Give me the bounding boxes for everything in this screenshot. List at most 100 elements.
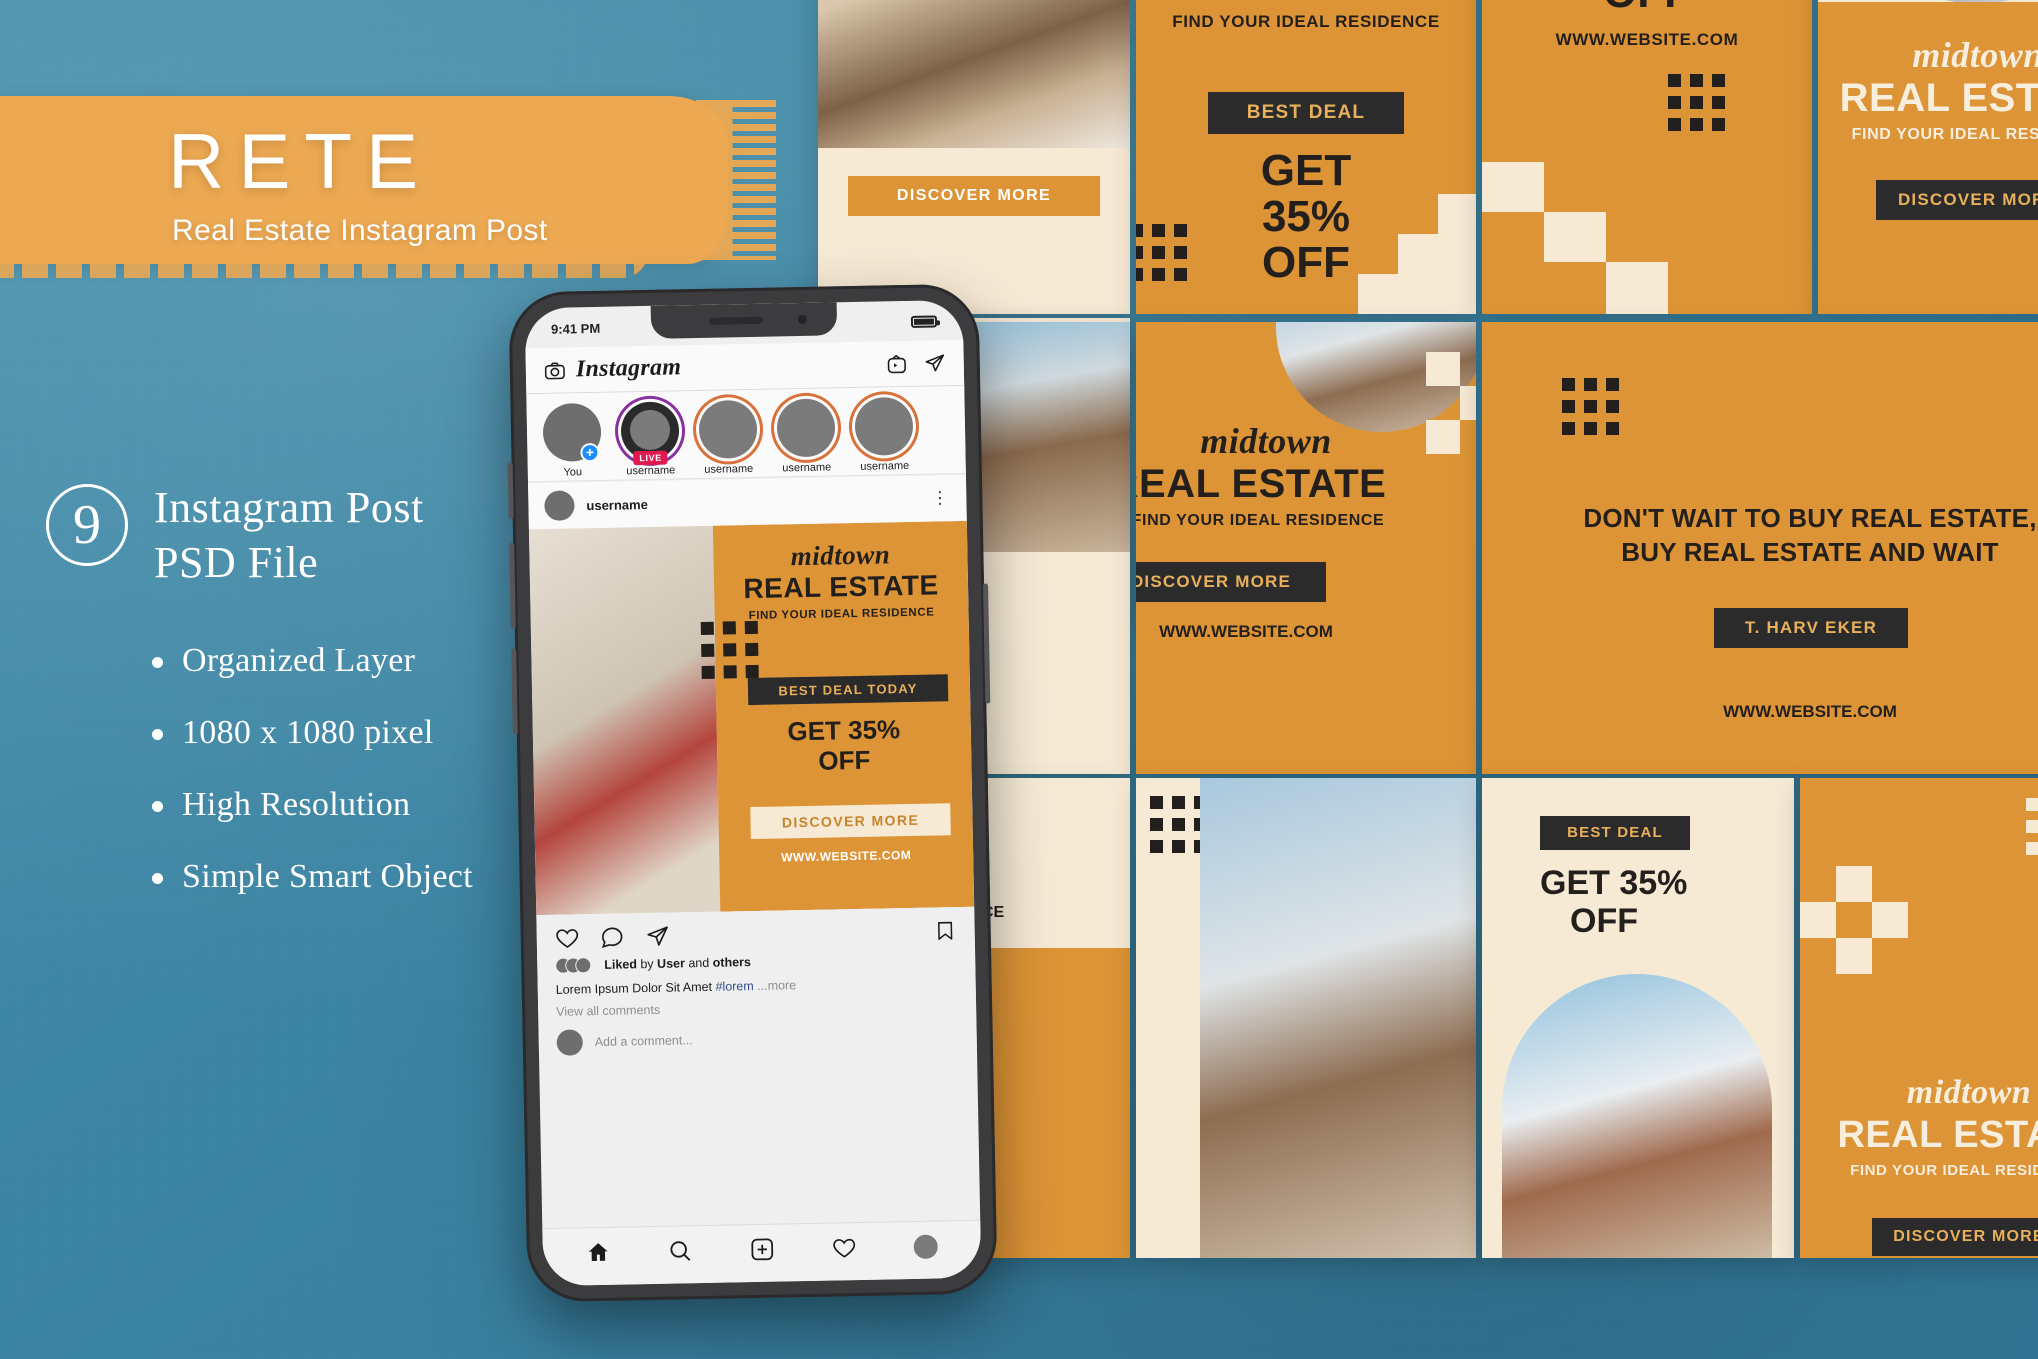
instagram-logo: Instagram	[575, 354, 682, 383]
liked-and: and	[688, 955, 710, 971]
bottom-tab-bar[interactable]	[542, 1219, 982, 1287]
liked-prefix: Liked	[604, 957, 638, 972]
share-icon[interactable]	[644, 923, 669, 948]
story-label: username	[626, 464, 676, 478]
liked-by: by	[640, 956, 654, 972]
discover-more-button[interactable]: DISCOVER MORE	[1872, 1218, 2038, 1256]
add-comment-row[interactable]: Add a comment...	[556, 1022, 959, 1056]
caption-more-link[interactable]: ...more	[757, 978, 796, 993]
post-media[interactable]: midtown REAL ESTATE FIND YOUR IDEAL RESI…	[528, 520, 975, 916]
story-item-you[interactable]: + You	[540, 402, 603, 481]
card-script-title: midtown	[1912, 35, 2038, 75]
comment-icon[interactable]	[599, 924, 624, 949]
story-label: You	[563, 466, 583, 479]
battery-icon	[910, 315, 938, 328]
best-deal-badge: BEST DEAL	[1208, 92, 1404, 134]
home-icon[interactable]	[585, 1240, 610, 1265]
topbar-icons	[886, 352, 946, 375]
card-quote[interactable]: DON'T WAIT TO BUY REAL ESTATE, BUY REAL …	[1482, 322, 2038, 774]
quote-line-2: BUY REAL ESTATE AND WAIT	[1621, 537, 1999, 567]
list-item: Simple Smart Object	[152, 858, 473, 896]
card-get35-website[interactable]: GET 35% OFF WWW.WEBSITE.COM	[1482, 0, 1812, 314]
status-time: 9:41 PM	[550, 320, 601, 337]
offer-line-1: GET	[1260, 146, 1352, 195]
card-bestdeal-house[interactable]: BEST DEAL GET 35% OFF	[1482, 778, 1794, 1258]
story-label: username	[860, 459, 910, 473]
step-decoration	[1426, 352, 1476, 472]
more-options-icon[interactable]: ⋮	[931, 488, 950, 507]
camera-icon[interactable]	[544, 359, 566, 381]
card-website: WWW.WEBSITE.COM	[1555, 30, 1739, 49]
discover-more-button[interactable]: DISCOVER MORE	[848, 176, 1100, 216]
card-tagline: FIND YOUR IDEAL RESIDENCE	[1850, 1162, 2038, 1179]
liked-user[interactable]: User	[657, 956, 685, 971]
card-headline: REAL ESTATE	[1136, 462, 1387, 506]
list-item: High Resolution	[152, 786, 473, 824]
features-header: 9 Instagram Post PSD File	[46, 480, 473, 590]
bookmark-icon[interactable]	[933, 919, 956, 942]
story-item[interactable]: username	[696, 399, 759, 478]
live-badge: LIVE	[633, 450, 668, 466]
features-title-line1: Instagram Post	[154, 483, 424, 532]
post-photo-interior	[528, 525, 721, 916]
add-post-icon[interactable]	[749, 1237, 774, 1262]
add-story-icon[interactable]: +	[580, 442, 600, 463]
card-midtown-discover[interactable]: midtown REAL ESTATE FIND YOUR IDEAL RESI…	[1818, 0, 2038, 314]
search-icon[interactable]	[667, 1238, 692, 1263]
igtv-icon[interactable]	[886, 352, 908, 374]
card-tagline: FIND YOUR IDEAL RESIDENCE	[1172, 12, 1440, 31]
card-midtown-bestdeal[interactable]: midtown REAL ESTATE FIND YOUR IDEAL RESI…	[1136, 0, 1476, 314]
dot-grid-icon	[1668, 74, 1725, 131]
activity-icon[interactable]	[832, 1235, 857, 1260]
heart-icon[interactable]	[555, 925, 580, 950]
status-bar: 9:41 PM	[525, 306, 963, 344]
avatar	[854, 396, 914, 456]
dot-grid-icon	[2026, 798, 2038, 855]
post-script-title: midtown	[790, 539, 891, 572]
add-comment-input[interactable]: Add a comment...	[595, 1033, 693, 1049]
card-headline: REAL ESTATE	[1136, 0, 1476, 8]
page-title: RETE	[168, 117, 433, 205]
post-headline: REAL ESTATE	[743, 569, 939, 605]
features-title-line2: PSD File	[154, 538, 319, 587]
dot-grid-icon	[1136, 224, 1187, 281]
stories-tray[interactable]: + You LIVE username username username us…	[526, 385, 966, 483]
card-grey-house[interactable]	[1136, 778, 1476, 1258]
phone-button-silent[interactable]	[507, 462, 514, 519]
discover-more-button[interactable]: DISCOVER MORE	[1136, 562, 1326, 602]
post-design-panel: midtown REAL ESTATE FIND YOUR IDEAL RESI…	[700, 520, 975, 912]
avatar[interactable]	[544, 490, 575, 521]
avatar	[698, 399, 758, 459]
card-tagline: FIND YOUR IDEAL RESIDENCE	[1851, 126, 2038, 143]
phone-screen: 9:41 PM Instagram + You LIVE username us…	[524, 299, 982, 1287]
step-decoration	[1482, 162, 1812, 314]
count-badge: 9	[46, 484, 128, 566]
dot-grid-icon	[700, 620, 759, 679]
liked-others[interactable]: others	[713, 955, 751, 970]
post-offer-line-2: OFF	[818, 744, 871, 776]
post-account-name[interactable]: username	[586, 496, 648, 512]
avatar	[776, 398, 836, 458]
story-item[interactable]: username	[774, 398, 837, 476]
card-midtown-bottom[interactable]: midtown REAL ESTATE FIND YOUR IDEAL RESI…	[1800, 778, 2038, 1258]
post-meta: Liked by User and others Lorem Ipsum Dol…	[537, 949, 977, 1057]
card-headline: REAL ESTATE	[1837, 1114, 2038, 1156]
discover-more-button[interactable]: DISCOVER MORE	[1876, 180, 2038, 220]
profile-avatar[interactable]	[913, 1234, 939, 1259]
caption-text: Lorem Ipsum Dolor Sit Amet	[555, 979, 713, 997]
story-item-live[interactable]: LIVE username	[618, 401, 681, 479]
messenger-icon[interactable]	[924, 352, 946, 374]
story-label: username	[782, 461, 832, 475]
card-midtown-discover-web[interactable]: midtown REAL ESTATE FIND YOUR IDEAL RESI…	[1136, 322, 1476, 774]
card-script-title: midtown	[1200, 421, 1332, 461]
card-discover-stair[interactable]: DISCOVER MORE	[818, 0, 1130, 314]
quote-author-badge: T. HARV EKER	[1714, 608, 1908, 648]
page-subtitle: Real Estate Instagram Post	[172, 214, 548, 247]
discover-more-button[interactable]: DISCOVER MORE	[750, 803, 951, 840]
card-script-title: midtown	[1906, 1074, 2032, 1111]
caption-hashtag[interactable]: #lorem	[715, 979, 753, 994]
story-item[interactable]: username	[852, 396, 915, 475]
avatar	[556, 1029, 584, 1056]
post-website: WWW.WEBSITE.COM	[780, 847, 912, 865]
view-all-comments-link[interactable]: View all comments	[556, 997, 958, 1019]
